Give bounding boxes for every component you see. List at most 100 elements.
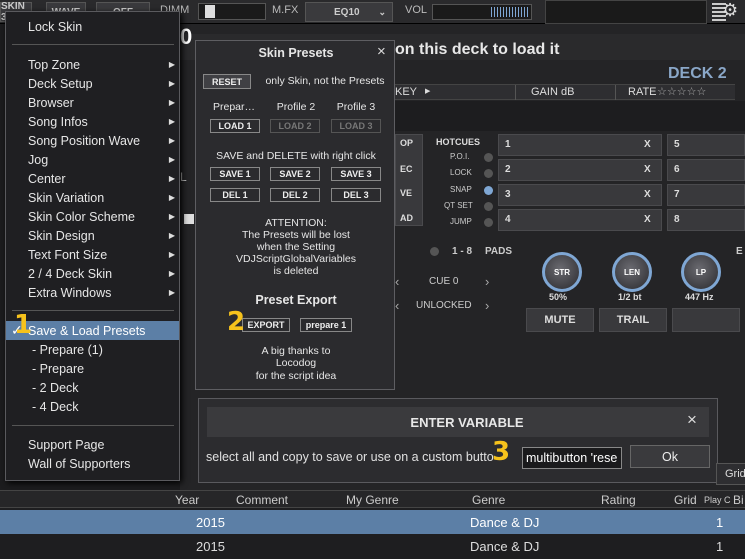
menu-item-wall-of-supporters[interactable]: Wall of Supporters [6,454,179,473]
op-label[interactable]: OP [400,138,413,148]
ec-label[interactable]: EC [400,164,413,174]
hotcue-pad-4[interactable]: 4X [498,209,662,231]
menu-item-2-deck[interactable]: - 2 Deck [6,378,179,397]
hotcue-pad-6[interactable]: 6 [667,159,745,181]
hotcue-pad-2[interactable]: 2X [498,159,662,181]
ve-label[interactable]: VE [400,188,412,198]
column-grid[interactable]: Grid [674,493,697,507]
table-row[interactable]: 2015 Dance & DJ 1 [0,535,745,559]
menu-item-browser[interactable]: Browser ▶ [6,93,179,112]
hotcue-option-poi[interactable]: P.O.I. [450,152,469,161]
column-play-count[interactable]: Play C [704,495,731,505]
hotcue-delete[interactable]: X [644,214,651,225]
lp-knob[interactable]: LP [681,252,721,292]
snap-led[interactable] [484,186,493,195]
deck-load-message: on this deck to load it [395,41,560,58]
gain-label: GAIN [531,86,558,98]
side-button-column: OP EC VE AD [395,134,423,226]
menu-item-prepare-1[interactable]: - Prepare (1) [6,340,179,359]
ok-button[interactable]: Ok [630,445,710,468]
menu-item-lock-skin[interactable]: Lock Skin [6,17,179,36]
menu-item-prepare[interactable]: - Prepare [6,359,179,378]
pads-page-label: 1 - 8 [452,246,473,257]
export-profile-select[interactable]: prepare 1 [300,318,352,332]
column-my-genre[interactable]: My Genre [346,493,399,507]
load-1-button[interactable]: LOAD 1 [210,119,260,133]
qtset-led[interactable] [484,202,493,211]
pads-led[interactable] [430,247,439,256]
menu-item-jog[interactable]: Jog ▶ [6,150,179,169]
close-icon[interactable]: × [377,43,386,60]
eq-select[interactable]: EQ10 ⌄ [305,2,393,22]
load-2-button[interactable]: LOAD 2 [270,119,320,133]
hotcue-option-qtset[interactable]: QT SET [444,201,473,210]
hotcue-pad-3[interactable]: 3X [498,184,662,206]
hotcue-option-jump[interactable]: JUMP [450,217,472,226]
menu-item-skin-design[interactable]: Skin Design ▶ [6,226,179,245]
rating-stars[interactable]: ☆☆☆☆☆ [657,85,706,98]
row-playcount: 1 [716,515,724,530]
column-comment[interactable]: Comment [236,493,288,507]
column-year[interactable]: Year [175,493,199,507]
table-row[interactable]: 2015 Dance & DJ 1 [0,510,745,534]
menu-item-center[interactable]: Center ▶ [6,169,179,188]
menu-item-song-infos[interactable]: Song Infos ▶ [6,112,179,131]
hotcue-pad-8[interactable]: 8 [667,209,745,231]
cue-next-icon[interactable]: › [485,274,489,289]
grid-tab[interactable]: Grid [716,463,745,485]
menu-item-extra-windows[interactable]: Extra Windows ▶ [6,283,179,302]
jump-led[interactable] [484,218,493,227]
dimm-slider-handle[interactable] [205,5,215,18]
pads-label[interactable]: PADS [485,246,512,257]
menu-item-skin-color-scheme[interactable]: Skin Color Scheme ▶ [6,207,179,226]
vol-slider[interactable] [432,4,532,20]
ad-label[interactable]: AD [400,213,413,223]
column-bitrate[interactable]: Bi [733,493,744,507]
menu-item-deck-setup[interactable]: Deck Setup ▶ [6,74,179,93]
hotcue-option-snap[interactable]: SNAP [450,185,472,194]
column-rating[interactable]: Rating [601,493,636,507]
browser-list: Year Comment My Genre Genre Rating Grid … [0,490,745,559]
menu-item-4-deck[interactable]: - 4 Deck [6,397,179,416]
lock-next-icon[interactable]: › [485,298,489,313]
hotcue-delete[interactable]: X [644,139,651,150]
menu-item-top-zone[interactable]: Top Zone ▶ [6,55,179,74]
save-2-button[interactable]: SAVE 2 [270,167,320,181]
delete-2-button[interactable]: DEL 2 [270,188,320,202]
key-label[interactable]: KEY [395,86,417,98]
hotcue-option-lock[interactable]: LOCK [450,168,472,177]
hotcue-delete[interactable]: X [644,164,651,175]
variable-value-input[interactable] [522,447,622,469]
load-3-button[interactable]: LOAD 3 [331,119,381,133]
attention-line-5: is deleted [273,265,319,277]
reset-button[interactable]: RESET [203,74,251,89]
fx-button[interactable] [672,308,740,332]
delete-1-button[interactable]: DEL 1 [210,188,260,202]
menu-item-deck-skin[interactable]: 2 / 4 Deck Skin ▶ [6,264,179,283]
hotcue-pad-7[interactable]: 7 [667,184,745,206]
len-knob[interactable]: LEN [612,252,652,292]
hotcue-pad-5[interactable]: 5 [667,134,745,156]
menu-item-skin-variation[interactable]: Skin Variation ▶ [6,188,179,207]
dimm-slider[interactable] [198,3,266,20]
trail-button[interactable]: TRAIL [599,308,667,332]
poi-led[interactable] [484,153,493,162]
gear-icon[interactable]: ⚙ [722,0,738,21]
menu-item-support-page[interactable]: Support Page [6,435,179,454]
save-1-button[interactable]: SAVE 1 [210,167,260,181]
close-icon[interactable]: × [687,410,697,430]
submenu-arrow-icon: ▶ [168,136,175,145]
browser-header: Year Comment My Genre Genre Rating Grid … [0,490,745,508]
hotcue-pad-1[interactable]: 1X [498,134,662,156]
column-genre[interactable]: Genre [472,493,505,507]
hotcue-delete[interactable]: X [644,189,651,200]
lock-led[interactable] [484,169,493,178]
delete-3-button[interactable]: DEL 3 [331,188,381,202]
save-3-button[interactable]: SAVE 3 [331,167,381,181]
menu-item-song-position-wave[interactable]: Song Position Wave ▶ [6,131,179,150]
str-knob[interactable]: STR [542,252,582,292]
menu-item-text-font-size[interactable]: Text Font Size ▶ [6,245,179,264]
export-button[interactable]: EXPORT [242,318,290,332]
mute-button[interactable]: MUTE [526,308,594,332]
submenu-arrow-icon: ▶ [168,250,175,259]
